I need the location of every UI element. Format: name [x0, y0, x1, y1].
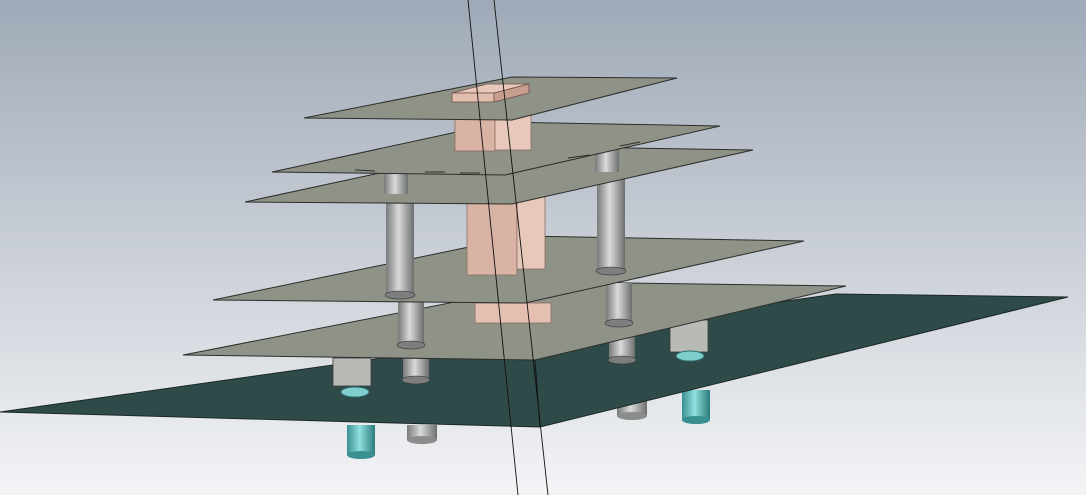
feed-block-bottom — [474, 302, 552, 324]
post-stub-left — [407, 425, 437, 444]
3d-model-viewport[interactable] — [0, 0, 1086, 495]
foot-left — [347, 425, 375, 459]
antenna-stack-model[interactable] — [0, 0, 1086, 495]
foot-right — [682, 390, 710, 424]
feed-block-middle — [466, 196, 546, 276]
